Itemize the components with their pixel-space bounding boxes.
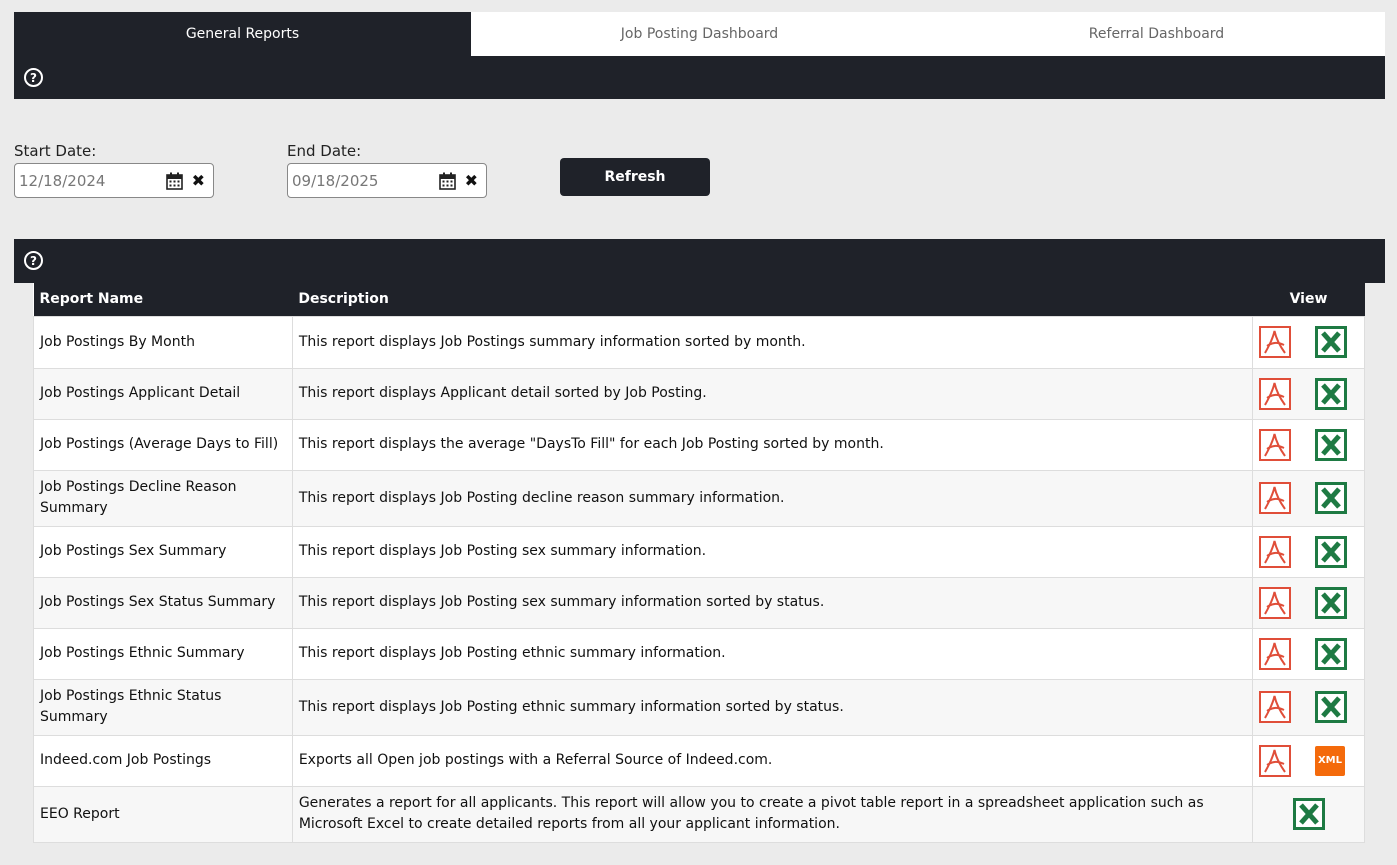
report-description-cell: This report displays Job Posting ethnic … xyxy=(291,678,1254,736)
report-name-cell: EEO Report xyxy=(33,785,293,843)
table-row: Job Postings Applicant Detail This report… xyxy=(33,367,1365,420)
table-header-row: Report Name Description View xyxy=(33,283,1365,316)
excel-icon[interactable] xyxy=(1315,535,1347,568)
report-view-cell xyxy=(1252,627,1365,680)
pdf-icon[interactable] xyxy=(1259,482,1291,514)
tab-job-posting-dashboard[interactable]: Job Posting Dashboard xyxy=(471,12,928,56)
view-icons xyxy=(1253,637,1364,670)
excel-icon[interactable] xyxy=(1315,586,1347,619)
pdf-icon[interactable] xyxy=(1259,586,1291,619)
help-icon[interactable]: ? xyxy=(24,251,43,270)
report-description-cell: This report displays Job Posting decline… xyxy=(291,469,1254,527)
view-icons xyxy=(1253,798,1364,830)
excel-icon[interactable] xyxy=(1315,691,1347,723)
pdf-icon[interactable] xyxy=(1259,428,1291,461)
report-view-cell xyxy=(1252,367,1365,420)
report-name-cell: Job Postings Decline Reason Summary xyxy=(33,469,293,527)
table-row: Job Postings Sex Status Summary This repo… xyxy=(33,576,1365,629)
table-row: Job Postings By Month This report display… xyxy=(33,315,1365,369)
view-icons xyxy=(1253,691,1364,723)
start-date-picker: ✖ xyxy=(14,163,214,198)
excel-icon[interactable] xyxy=(1292,798,1325,830)
table-row: EEO Report Generates a report for all app… xyxy=(33,785,1365,843)
pdf-icon[interactable] xyxy=(1259,326,1291,358)
pdf-icon[interactable] xyxy=(1259,377,1291,410)
report-name-cell: Job Postings By Month xyxy=(33,315,293,369)
report-description-cell: Exports all Open job postings with a Ref… xyxy=(291,734,1254,787)
pdf-icon[interactable] xyxy=(1259,691,1291,723)
table-row: Job Postings Sex Summary This report disp… xyxy=(33,525,1365,578)
report-view-cell xyxy=(1252,678,1365,736)
report-name-cell: Job Postings Ethnic Summary xyxy=(33,627,293,680)
table-row: Job Postings Ethnic Summary This report d… xyxy=(33,627,1365,680)
pdf-icon[interactable] xyxy=(1259,637,1291,670)
pdf-icon[interactable] xyxy=(1259,535,1291,568)
report-view-cell: XML xyxy=(1252,734,1365,787)
clear-end-date-icon[interactable]: ✖ xyxy=(465,171,478,190)
tab-referral-dashboard[interactable]: Referral Dashboard xyxy=(928,12,1385,56)
end-date-input[interactable] xyxy=(290,169,430,193)
end-date-label: End Date: xyxy=(287,142,362,160)
table-row: Job Postings Ethnic Status Summary This r… xyxy=(33,678,1365,736)
report-description-cell: This report displays Job Posting ethnic … xyxy=(291,627,1254,680)
tab-general-reports[interactable]: General Reports xyxy=(14,12,471,56)
view-icons: XML xyxy=(1253,744,1364,777)
report-description-cell: This report displays the average "DaysTo… xyxy=(291,418,1254,471)
excel-icon[interactable] xyxy=(1315,482,1347,514)
report-name-cell: Job Postings Sex Summary xyxy=(33,525,293,578)
view-icons xyxy=(1253,586,1364,619)
excel-icon[interactable] xyxy=(1315,377,1347,410)
start-date-label: Start Date: xyxy=(14,142,97,160)
report-view-cell xyxy=(1252,525,1365,578)
report-name-cell: Job Postings Applicant Detail xyxy=(33,367,293,420)
refresh-button[interactable]: Refresh xyxy=(560,158,710,196)
table-row: Job Postings Decline Reason Summary This … xyxy=(33,469,1365,527)
report-name-header: Report Name xyxy=(33,283,293,316)
help-icon[interactable]: ? xyxy=(24,68,43,87)
xml-icon[interactable]: XML xyxy=(1315,745,1345,776)
calendar-icon[interactable] xyxy=(439,172,456,190)
report-view-cell xyxy=(1252,576,1365,629)
excel-icon[interactable] xyxy=(1315,637,1347,670)
report-name-cell: Job Postings Ethnic Status Summary xyxy=(33,678,293,736)
reports-table: Report Name Description View Job Posting… xyxy=(33,283,1365,843)
report-name-cell: Job Postings (Average Days to Fill) xyxy=(33,418,293,471)
report-view-cell xyxy=(1252,785,1365,843)
view-icons xyxy=(1253,428,1364,461)
toolbar-top: ? xyxy=(14,56,1385,99)
report-description-cell: Generates a report for all applicants. T… xyxy=(291,785,1254,843)
report-view-cell xyxy=(1252,315,1365,369)
report-description-cell: This report displays Applicant detail so… xyxy=(291,367,1254,420)
clear-start-date-icon[interactable]: ✖ xyxy=(192,171,205,190)
report-name-cell: Job Postings Sex Status Summary xyxy=(33,576,293,629)
view-icons xyxy=(1253,377,1364,410)
view-header: View xyxy=(1252,283,1365,316)
pdf-icon[interactable] xyxy=(1259,744,1291,777)
view-icons xyxy=(1253,535,1364,568)
table-row: Job Postings (Average Days to Fill) This … xyxy=(33,418,1365,471)
start-date-input[interactable] xyxy=(17,169,157,193)
report-tabs: General Reports Job Posting Dashboard Re… xyxy=(14,12,1385,56)
report-description-cell: This report displays Job Postings summar… xyxy=(291,315,1254,369)
report-name-cell: Indeed.com Job Postings xyxy=(33,734,293,787)
view-icons xyxy=(1253,482,1364,514)
calendar-icon[interactable] xyxy=(166,172,183,190)
report-description-cell: This report displays Job Posting sex sum… xyxy=(291,576,1254,629)
report-description-cell: This report displays Job Posting sex sum… xyxy=(291,525,1254,578)
excel-icon[interactable] xyxy=(1315,428,1347,461)
end-date-picker: ✖ xyxy=(287,163,487,198)
table-row: Indeed.com Job Postings Exports all Open … xyxy=(33,734,1365,787)
report-view-cell xyxy=(1252,418,1365,471)
description-header: Description xyxy=(292,283,1253,316)
report-view-cell xyxy=(1252,469,1365,527)
reports-toolbar: ? xyxy=(14,239,1385,283)
view-icons xyxy=(1253,326,1364,358)
excel-icon[interactable] xyxy=(1315,326,1347,358)
